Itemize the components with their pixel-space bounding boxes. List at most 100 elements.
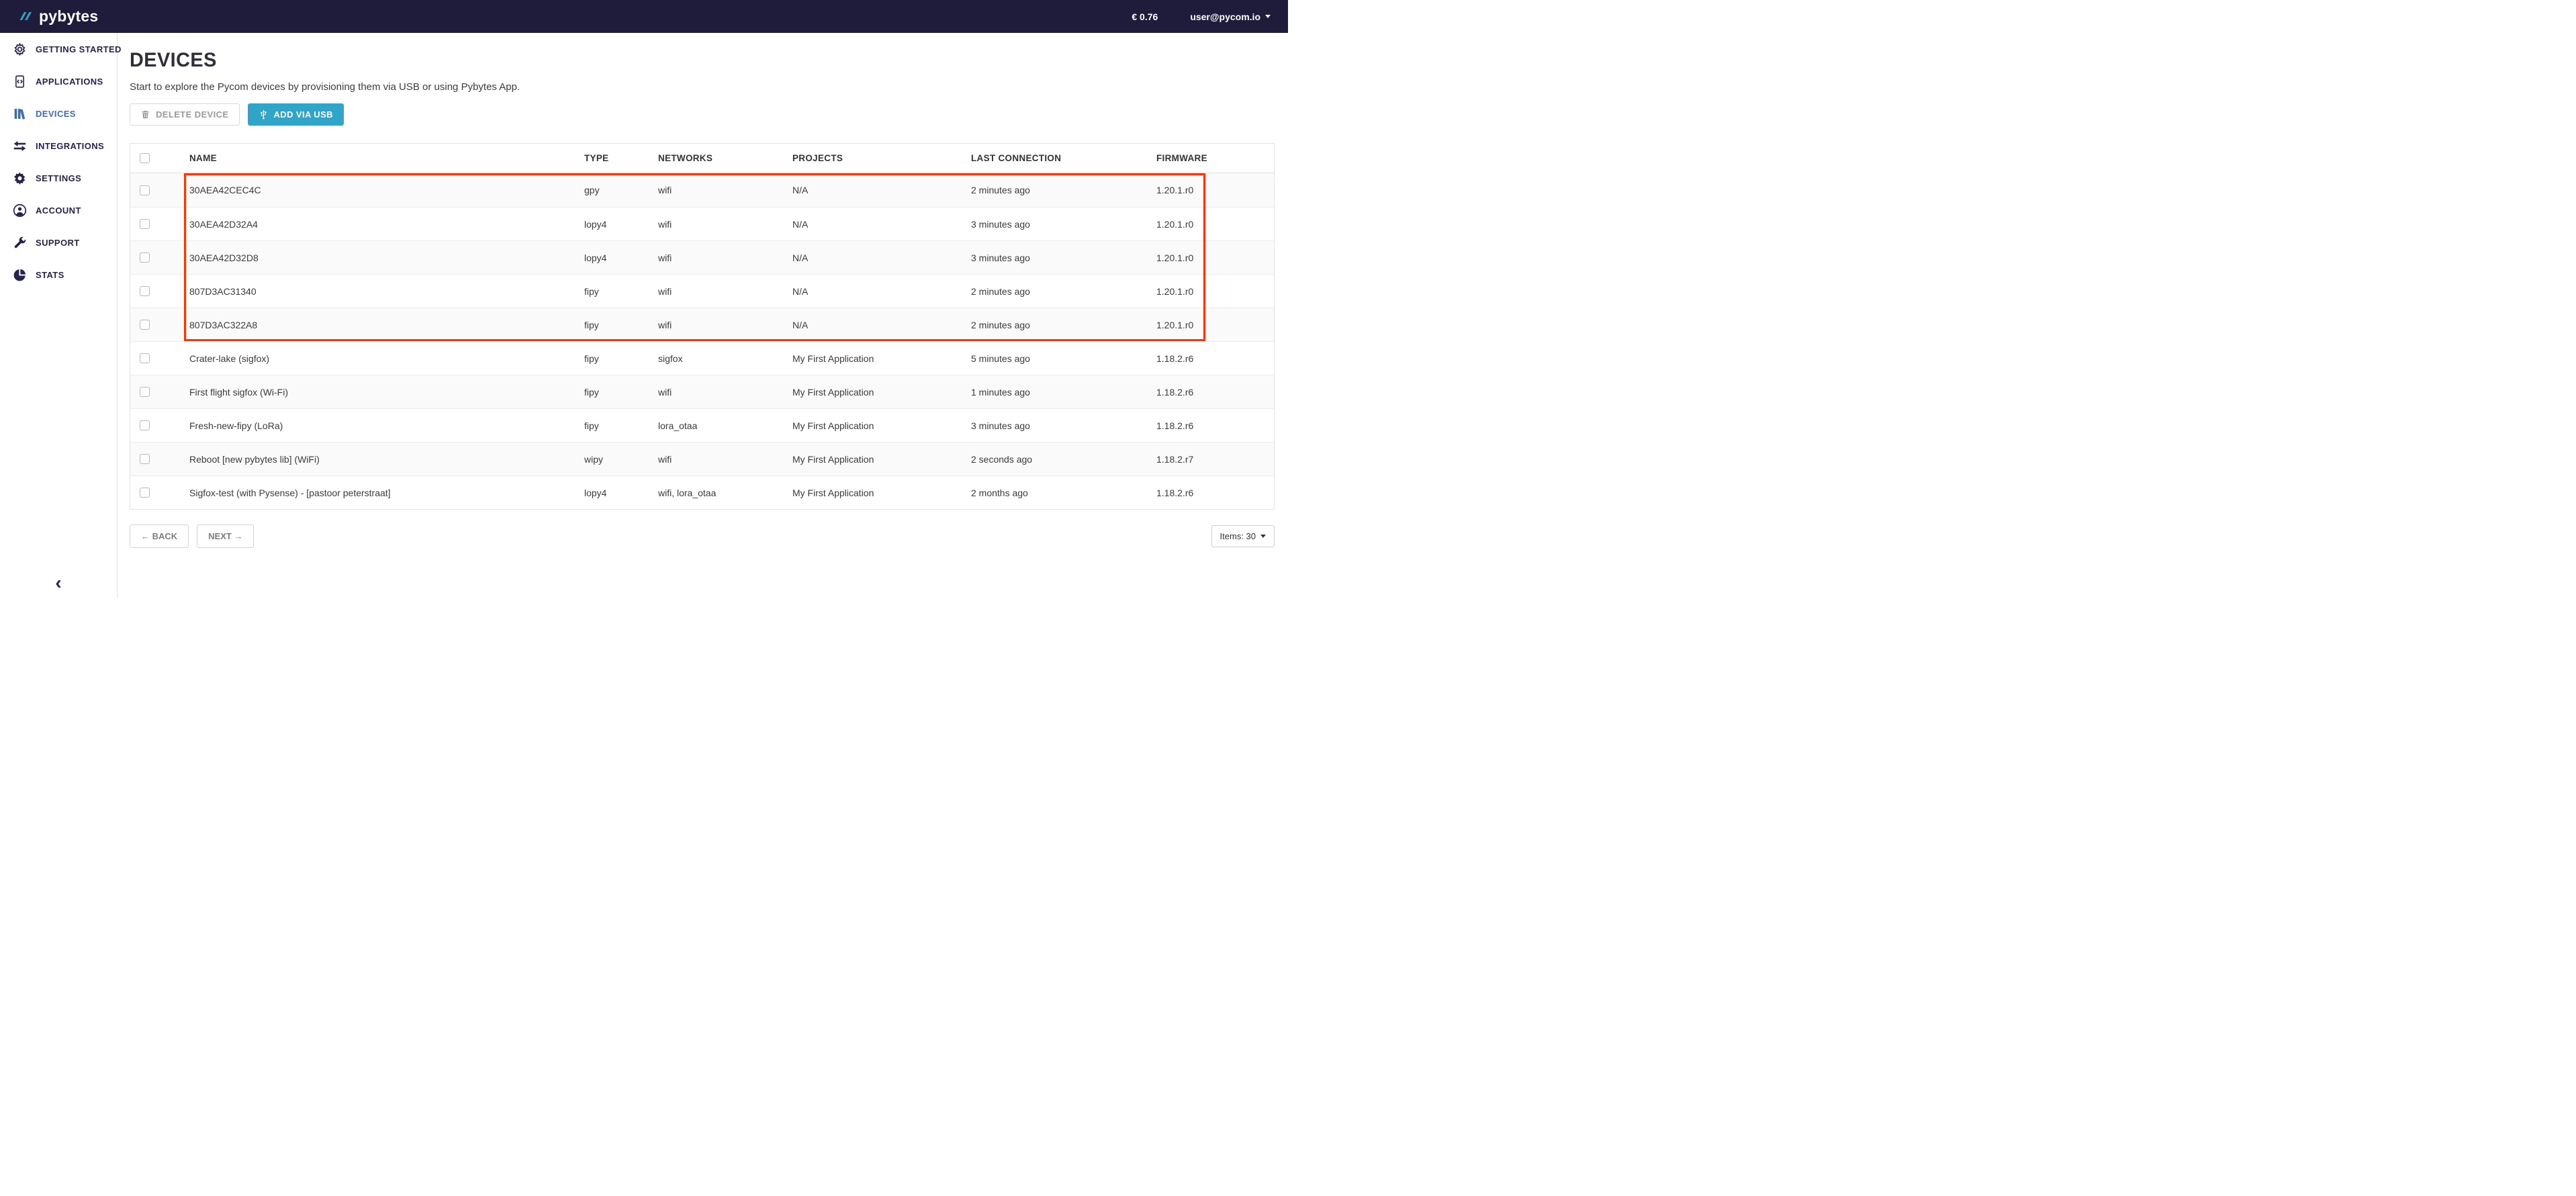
user-email: user@pycom.io (1190, 11, 1260, 22)
device-name[interactable]: Reboot [new pybytes lib] (WiFi) (184, 454, 579, 465)
device-type: fipy (579, 387, 653, 398)
action-buttons: DELETE DEVICE ADD VIA USB (130, 103, 1288, 126)
row-checkbox-cell (130, 454, 184, 464)
device-type: lopy4 (579, 252, 653, 263)
device-name[interactable]: 30AEA42CEC4C (184, 185, 579, 195)
row-checkbox[interactable] (140, 420, 150, 430)
sidebar-item-label: SETTINGS (36, 173, 81, 183)
row-checkbox[interactable] (140, 185, 150, 195)
next-button[interactable]: NEXT → (197, 524, 254, 548)
row-checkbox[interactable] (140, 387, 150, 397)
pagination: ← BACK NEXT → Items: 30 (130, 524, 1275, 548)
device-name[interactable]: 807D3AC322A8 (184, 320, 579, 330)
device-firmware: 1.18.2.r7 (1151, 454, 1275, 465)
sidebar-item-support[interactable]: SUPPORT (0, 226, 117, 259)
row-checkbox[interactable] (140, 353, 150, 363)
table-row: 30AEA42CEC4C gpy wifi N/A 2 minutes ago … (130, 173, 1274, 207)
device-networks: wifi, lora_otaa (653, 488, 787, 498)
row-checkbox-cell (130, 420, 184, 430)
column-header-last-connection: LAST CONNECTION (966, 153, 1151, 163)
device-last-connection: 2 minutes ago (966, 286, 1151, 297)
row-checkbox-cell (130, 252, 184, 263)
device-networks: wifi (653, 185, 787, 195)
device-last-connection: 3 minutes ago (966, 252, 1151, 263)
sidebar-item-devices[interactable]: DEVICES (0, 97, 117, 130)
device-networks: wifi (653, 320, 787, 330)
device-type: fipy (579, 353, 653, 364)
device-name[interactable]: 30AEA42D32A4 (184, 219, 579, 230)
sidebar-item-label: SUPPORT (36, 238, 80, 248)
device-firmware: 1.18.2.r6 (1151, 353, 1275, 364)
device-projects: My First Application (787, 488, 966, 498)
sidebar-item-label: STATS (36, 270, 64, 280)
device-projects: My First Application (787, 420, 966, 431)
device-name[interactable]: Crater-lake (sigfox) (184, 353, 579, 364)
devices-icon (12, 106, 27, 121)
sidebar-item-label: INTEGRATIONS (36, 141, 104, 151)
device-name[interactable]: Sigfox-test (with Pysense) - [pastoor pe… (184, 488, 579, 498)
back-button[interactable]: ← BACK (130, 524, 189, 548)
page-subtitle: Start to explore the Pycom devices by pr… (130, 81, 1288, 93)
add-via-usb-button[interactable]: ADD VIA USB (248, 103, 344, 126)
device-name[interactable]: 807D3AC31340 (184, 286, 579, 297)
sidebar-nav: GETTING STARTED APPLICATIONS DEVICES INT… (0, 33, 118, 598)
row-checkbox-cell (130, 185, 184, 195)
delete-device-button[interactable]: DELETE DEVICE (130, 103, 240, 126)
row-checkbox[interactable] (140, 488, 150, 498)
device-type: fipy (579, 420, 653, 431)
row-checkbox[interactable] (140, 454, 150, 464)
device-type: gpy (579, 185, 653, 195)
row-checkbox[interactable] (140, 219, 150, 229)
wrench-icon (12, 235, 27, 250)
column-header-firmware: FIRMWARE (1151, 153, 1275, 163)
sidebar-item-label: GETTING STARTED (36, 44, 122, 54)
device-firmware: 1.18.2.r6 (1151, 420, 1275, 431)
sidebar-item-account[interactable]: ACCOUNT (0, 194, 117, 226)
sidebar-item-label: DEVICES (36, 109, 76, 119)
device-name[interactable]: 30AEA42D32D8 (184, 252, 579, 263)
device-last-connection: 2 minutes ago (966, 185, 1151, 195)
row-checkbox-cell (130, 320, 184, 330)
device-name[interactable]: Fresh-new-fipy (LoRa) (184, 420, 579, 431)
sidebar-item-integrations[interactable]: INTEGRATIONS (0, 130, 117, 162)
table-row: Fresh-new-fipy (LoRa) fipy lora_otaa My … (130, 408, 1274, 442)
device-last-connection: 3 minutes ago (966, 219, 1151, 230)
pie-icon (12, 267, 27, 282)
device-networks: sigfox (653, 353, 787, 364)
collapse-sidebar-icon[interactable]: ‹ (0, 573, 117, 592)
items-per-page-dropdown[interactable]: Items: 30 (1211, 525, 1275, 547)
device-firmware: 1.18.2.r6 (1151, 387, 1275, 398)
table-header-row: NAMETYPENETWORKSPROJECTSLAST CONNECTIONF… (130, 144, 1274, 173)
swap-arrows-icon (12, 138, 27, 153)
logo-text: pybytes (39, 7, 98, 26)
sidebar-item-settings[interactable]: SETTINGS (0, 162, 117, 194)
device-projects: N/A (787, 252, 966, 263)
sidebar-item-stats[interactable]: STATS (0, 259, 117, 291)
row-checkbox[interactable] (140, 252, 150, 263)
select-all-checkbox[interactable] (140, 153, 150, 163)
sidebar-item-applications[interactable]: APPLICATIONS (0, 65, 117, 97)
device-last-connection: 3 minutes ago (966, 420, 1151, 431)
device-firmware: 1.20.1.r0 (1151, 252, 1275, 263)
table-row: Crater-lake (sigfox) fipy sigfox My Firs… (130, 341, 1274, 375)
row-checkbox[interactable] (140, 286, 150, 296)
table-row: 30AEA42D32D8 lopy4 wifi N/A 3 minutes ag… (130, 240, 1274, 274)
chevron-down-icon (1265, 15, 1271, 18)
user-menu[interactable]: user@pycom.io (1190, 11, 1271, 22)
pybytes-logo[interactable]: pybytes (17, 7, 98, 26)
device-projects: My First Application (787, 387, 966, 398)
row-checkbox[interactable] (140, 320, 150, 330)
device-firmware: 1.20.1.r0 (1151, 185, 1275, 195)
items-per-page-label: Items: 30 (1220, 531, 1256, 541)
device-type: lopy4 (579, 219, 653, 230)
device-last-connection: 2 months ago (966, 488, 1151, 498)
trash-icon (140, 109, 150, 120)
sidebar-item-getting-started[interactable]: GETTING STARTED (0, 33, 117, 65)
row-checkbox-cell (130, 219, 184, 229)
delete-device-label: DELETE DEVICE (156, 109, 229, 120)
device-projects: My First Application (787, 454, 966, 465)
pybytes-logo-icon (17, 9, 35, 25)
device-name[interactable]: First flight sigfox (Wi-Fi) (184, 387, 579, 398)
table-row: Reboot [new pybytes lib] (WiFi) wipy wif… (130, 442, 1274, 475)
app-code-icon (12, 74, 27, 89)
